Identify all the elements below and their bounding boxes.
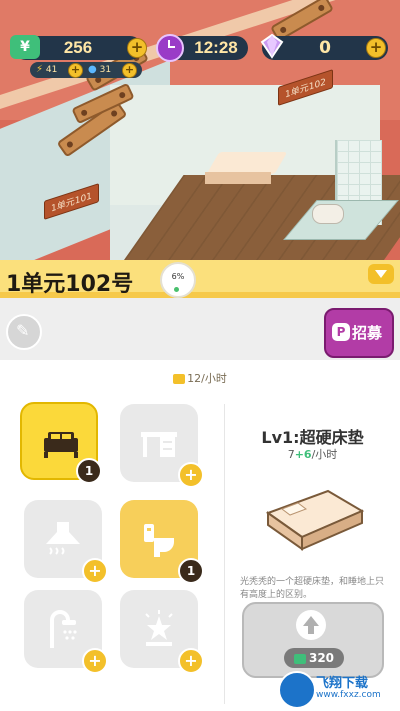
energy-water-bar: ⚡ 41 + ● 31 + xyxy=(30,62,142,78)
ceiling-light-icon xyxy=(145,610,173,646)
furniture-slot-bed[interactable]: 1 xyxy=(20,402,102,484)
bed-icon xyxy=(44,432,78,458)
item-count-badge: 1 xyxy=(76,458,102,484)
occupancy-progress: 6% xyxy=(160,262,196,298)
money-value: 256 xyxy=(63,38,93,57)
energy-value: 41 xyxy=(45,65,58,75)
toilet-icon xyxy=(144,524,174,557)
clock-icon xyxy=(156,34,184,62)
gem-value: 0 xyxy=(319,38,331,58)
income-rate-text: 12/小时 xyxy=(187,372,227,385)
unit-title: 1单元102号 xyxy=(6,272,134,297)
add-furniture-icon: + xyxy=(178,462,204,488)
money-icon xyxy=(293,653,306,664)
rate-unit: /小时 xyxy=(311,448,338,461)
recruit-label: 招募 xyxy=(352,324,383,342)
progress-text: 6% xyxy=(171,272,185,281)
bed-mattress[interactable] xyxy=(205,152,288,188)
tenant-bar: ✎ P 招募 xyxy=(0,298,400,360)
recruit-icon: P xyxy=(332,323,350,341)
desk-icon xyxy=(141,432,177,457)
range-hood-icon xyxy=(46,522,80,555)
rate-base: 7 xyxy=(287,448,295,461)
mattress-preview-image xyxy=(265,489,365,551)
upgrade-button[interactable]: 320 xyxy=(242,602,384,678)
squat-toilet[interactable] xyxy=(312,204,344,224)
collapse-panel-button[interactable] xyxy=(368,264,394,284)
furniture-slot-ceiling-light[interactable]: + xyxy=(120,590,204,674)
shower-icon xyxy=(50,610,77,648)
water-drop-icon: ● xyxy=(88,64,97,75)
money-counter: ¥ 256 + xyxy=(10,35,147,60)
item-title: Lv1:超硬床垫 xyxy=(261,428,364,447)
recruit-button[interactable]: P 招募 xyxy=(324,308,394,358)
income-rate: 12/小时 xyxy=(0,370,400,386)
bolt-icon: ⚡ xyxy=(36,64,44,75)
add-money-button[interactable]: + xyxy=(127,38,147,58)
add-furniture-icon: + xyxy=(82,558,108,584)
clock-time: 12:28 xyxy=(194,38,238,57)
pencil-icon: ✎ xyxy=(16,321,30,340)
furniture-slot-desk[interactable]: + xyxy=(120,404,204,488)
add-furniture-icon: + xyxy=(178,648,204,674)
progress-dot xyxy=(174,287,179,292)
watermark-url: www.fxxz.com xyxy=(316,690,381,700)
site-watermark: 飞翔下载 www.fxxz.com xyxy=(278,671,394,709)
clock-display: 12:28 xyxy=(156,34,248,62)
energy-stat: ⚡ 41 xyxy=(36,62,57,78)
furniture-slot-shower[interactable]: + xyxy=(24,590,108,674)
item-description: 光秃秃的一个超硬床垫，和睡地上只有高度上的区别。 xyxy=(240,577,385,600)
gem-counter: 0 + xyxy=(260,33,388,60)
add-water-button[interactable]: + xyxy=(122,63,137,78)
item-income-rate: 7+6/小时 xyxy=(230,446,395,462)
add-energy-button[interactable]: + xyxy=(68,63,83,78)
arrow-up-icon xyxy=(296,610,326,640)
mattress-side xyxy=(205,172,271,184)
water-value: 31 xyxy=(99,65,112,75)
furniture-slot-toilet[interactable]: 1 xyxy=(120,500,204,584)
watermark-logo xyxy=(278,671,316,709)
add-gems-button[interactable]: + xyxy=(366,38,386,58)
add-furniture-icon: + xyxy=(82,648,108,674)
rate-bonus: +6 xyxy=(294,448,312,461)
upgrade-cost-value: 320 xyxy=(308,651,335,665)
panel-divider xyxy=(224,404,225,704)
item-count-badge: 1 xyxy=(178,558,204,584)
money-icon xyxy=(173,374,186,384)
chevron-down-icon xyxy=(375,270,387,278)
mattress-top xyxy=(206,152,288,174)
upgrade-cost: 320 xyxy=(284,648,344,668)
furniture-slot-range-hood[interactable]: + xyxy=(24,500,108,584)
watermark-text: 飞翔下载 xyxy=(316,676,369,691)
tenant-avatar-empty[interactable]: ✎ xyxy=(6,314,42,350)
water-stat: ● 31 xyxy=(88,62,111,78)
